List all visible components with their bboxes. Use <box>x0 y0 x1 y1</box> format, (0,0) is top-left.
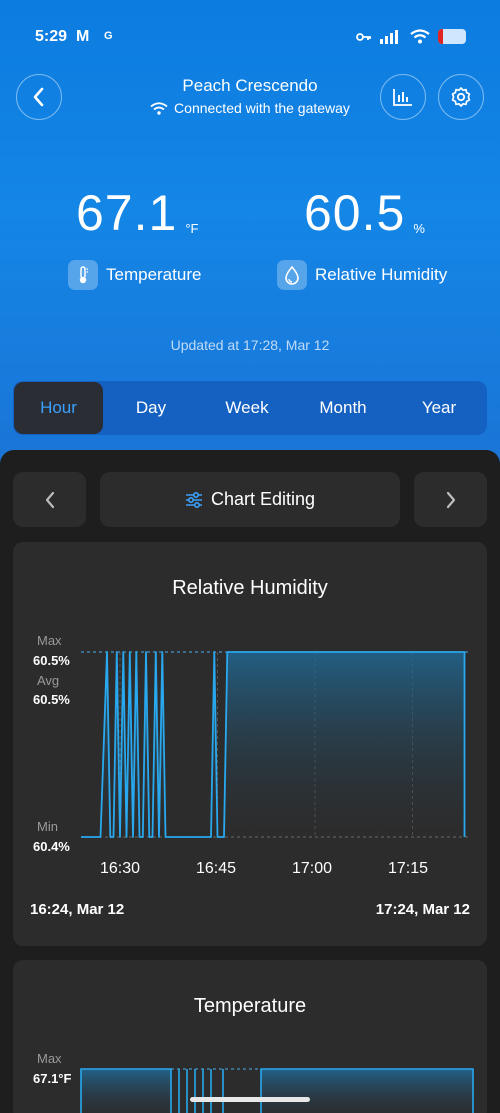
range-start: 16:24, Mar 12 <box>30 901 125 918</box>
connection-status: Connected with the gateway <box>100 100 400 116</box>
wifi-icon <box>150 101 168 115</box>
x-tick-label: 17:00 <box>292 860 333 877</box>
range-end: 17:24, Mar 12 <box>375 901 470 918</box>
key-icon <box>356 32 371 41</box>
settings-button[interactable] <box>438 74 484 120</box>
x-tick-label: 17:15 <box>388 860 429 877</box>
temperature-chart-title: Temperature <box>193 995 307 1017</box>
next-period-button[interactable] <box>414 472 487 527</box>
tab-week[interactable]: Week <box>199 382 295 434</box>
time-range-tabs: Hour Day Week Month Year <box>13 381 487 435</box>
x-tick-label: 16:30 <box>100 860 141 877</box>
back-button[interactable] <box>16 74 62 120</box>
home-indicator[interactable] <box>190 1097 310 1102</box>
temperature-label-text: Temperature <box>106 265 202 284</box>
max-label: Max <box>37 1051 62 1066</box>
status-bar: 5:29 M G <box>0 22 500 54</box>
min-label: Min <box>37 819 58 834</box>
chevron-left-icon <box>33 87 44 107</box>
humidity-drop-icon <box>277 260 307 290</box>
tab-day[interactable]: Day <box>103 382 199 434</box>
temperature-label: Temperature <box>68 260 201 290</box>
humidity-chart-title: Relative Humidity <box>172 577 328 599</box>
min-value: 60.4% <box>33 839 70 854</box>
avg-value: 60.5% <box>33 692 70 707</box>
humidity-value: 60.5 <box>304 185 406 241</box>
previous-period-button[interactable] <box>13 472 86 527</box>
max-value: 60.5% <box>33 653 70 668</box>
humidity-label-text: Relative Humidity <box>315 265 448 284</box>
chart-editing-label: Chart Editing <box>210 489 316 509</box>
gear-icon <box>451 87 471 107</box>
statistics-button[interactable] <box>380 74 426 120</box>
max-label: Max <box>37 633 62 648</box>
mail-icon: M <box>76 28 90 45</box>
temperature-chart-card: Temperature Max 67.1°F <box>13 960 487 1113</box>
thermometer-icon <box>68 260 98 290</box>
avg-label: Avg <box>37 673 60 688</box>
humidity-reading: 60.5 % <box>304 186 425 240</box>
humidity-unit: % <box>413 221 425 236</box>
temperature-value: 67.1 <box>76 185 178 241</box>
sliders-icon <box>185 491 202 508</box>
humidity-chart[interactable] <box>75 642 475 842</box>
updated-time: Updated at 17:28, Mar 12 <box>170 337 330 353</box>
bar-chart-icon <box>393 89 412 106</box>
temperature-chart[interactable] <box>75 1066 475 1113</box>
humidity-label: Relative Humidity <box>277 260 447 290</box>
chevron-right-icon <box>446 491 455 508</box>
max-value: 67.1°F <box>33 1071 72 1086</box>
tab-year[interactable]: Year <box>391 382 487 434</box>
humidity-chart-card: Relative Humidity Max 60.5% Avg 60.5% Mi… <box>13 542 487 946</box>
chart-editing-button[interactable]: Chart Editing <box>100 472 400 527</box>
connection-status-text: Connected with the gateway <box>174 100 350 116</box>
battery-icon <box>438 29 466 44</box>
device-name: Peach Crescendo <box>182 76 318 95</box>
tab-hour[interactable]: Hour <box>14 382 103 434</box>
temperature-reading: 67.1 °F <box>76 186 198 240</box>
status-icons <box>356 29 466 44</box>
wifi-icon <box>410 29 430 44</box>
g-icon: G <box>104 30 113 42</box>
signal-icon <box>380 29 398 44</box>
chevron-left-icon <box>45 491 54 508</box>
status-time: 5:29 <box>35 28 68 45</box>
tab-month[interactable]: Month <box>295 382 391 434</box>
x-tick-label: 16:45 <box>196 860 237 877</box>
temperature-unit: °F <box>185 221 199 236</box>
